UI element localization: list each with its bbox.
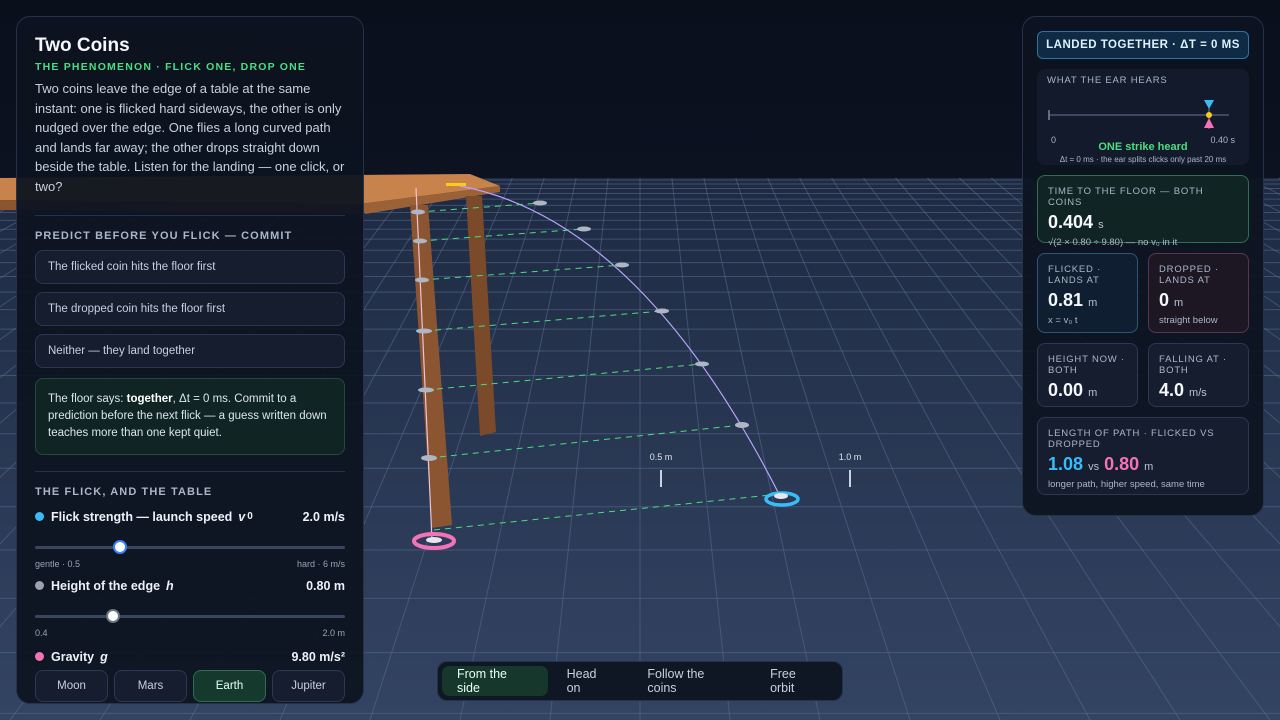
marker-half-meter: 0.5 m (650, 452, 673, 462)
marker-one-meter: 1.0 m (839, 452, 862, 462)
falling-speed-card: FALLING AT · BOTH 4.0 m/s (1148, 343, 1249, 407)
height-slider[interactable] (35, 608, 345, 623)
flick-slider-thumb[interactable] (112, 539, 127, 554)
right-panel: LANDED TOGETHER · ΔT = 0 MS WHAT THE EAR… (1022, 16, 1264, 516)
gravity-label: Gravity (51, 649, 95, 664)
intro-text: Two coins leave the edge of a table at t… (35, 81, 345, 194)
flick-slider[interactable] (35, 539, 345, 554)
flick-value: 2.0 m/s (302, 509, 345, 524)
time-card: TIME TO THE FLOOR — BOTH COINS 0.404 s √… (1037, 175, 1249, 248)
strike-point (1206, 112, 1212, 118)
gravity-value: 9.80 m/s² (291, 649, 345, 664)
flick-label: Flick strength — launch speed (51, 509, 233, 524)
flicked-coin (774, 493, 788, 499)
height-color-dot (35, 581, 44, 591)
time-title: TIME TO THE FLOOR — BOTH COINS (1048, 186, 1204, 208)
planet-earth[interactable]: Earth (193, 669, 266, 702)
dropped-land-value: 0 (1159, 290, 1170, 310)
view-follow-coins[interactable]: Follow the coins (632, 666, 751, 696)
page-subtitle: THE PHENOMENON · FLICK ONE, DROP ONE (35, 61, 307, 73)
time-value: 0.404 (1048, 212, 1094, 232)
dropped-coin (426, 537, 442, 543)
view-from-side[interactable]: From the side (442, 666, 548, 696)
time-formula: √(2 × 0.80 ÷ 9.80) — no v₀ in it (1048, 237, 1178, 248)
divider (35, 470, 345, 472)
path-flicked-value: 1.08 (1048, 454, 1084, 474)
prediction-flicked-first[interactable]: The flicked coin hits the floor first (35, 249, 345, 284)
view-free-orbit[interactable]: Free orbit (755, 666, 838, 696)
dropped-strike-marker (1204, 118, 1214, 128)
planet-jupiter[interactable]: Jupiter (272, 669, 345, 702)
controls-section-title: THE FLICK, AND THE TABLE (35, 485, 213, 498)
flicked-land-value: 0.81 (1048, 290, 1084, 310)
view-head-on[interactable]: Head on (552, 666, 629, 696)
height-value: 0.80 m (306, 578, 345, 593)
height-slider-thumb[interactable] (105, 608, 120, 623)
path-dropped-value: 0.80 (1104, 454, 1140, 474)
planet-moon[interactable]: Moon (35, 669, 108, 702)
divider (35, 214, 345, 216)
ear-timeline: WHAT THE EAR HEARS 0 0.40 s ONE strike h… (1037, 69, 1249, 165)
height-now-card: HEIGHT NOW · BOTH 0.00 m (1037, 343, 1138, 407)
dropped-land-card: DROPPED · LANDS AT 0 m straight below (1148, 253, 1249, 333)
landing-status-badge: LANDED TOGETHER · ΔT = 0 MS (1037, 31, 1249, 59)
gravity-control: Gravity g 9.80 m/s² (35, 650, 345, 664)
left-panel: Two Coins THE PHENOMENON · FLICK ONE, DR… (16, 16, 364, 704)
verdict-result: together (126, 392, 173, 405)
path-length-card: LENGTH OF PATH · FLICKED VS DROPPED 1.08… (1037, 417, 1249, 495)
verdict-box: The floor says: together, Δt = 0 ms. Com… (35, 377, 345, 455)
height-label: Height of the edge (51, 578, 161, 593)
falling-speed-value: 4.0 (1159, 380, 1185, 400)
flick-control: Flick strength — launch speed v0 2.0 m/s (35, 510, 345, 524)
height-control: Height of the edge h 0.80 m (35, 579, 345, 593)
flicked-strike-marker (1204, 100, 1214, 109)
page-title: Two Coins (35, 35, 130, 56)
prediction-dropped-first[interactable]: The dropped coin hits the floor first (35, 291, 345, 326)
prediction-together[interactable]: Neither — they land together (35, 333, 345, 368)
ear-result: ONE strike heard (1098, 141, 1188, 153)
camera-view-bar: From the side Head on Follow the coins F… (437, 661, 843, 701)
planet-mars[interactable]: Mars (114, 669, 187, 702)
predict-section-title: PREDICT BEFORE YOU FLICK — COMMIT (35, 229, 293, 242)
flicked-land-card: FLICKED · LANDS AT 0.81 m x = v₀ t (1037, 253, 1138, 333)
flick-color-dot (35, 512, 44, 522)
ear-note: Δt = 0 ms · the ear splits clicks only p… (1059, 155, 1227, 164)
gravity-color-dot (35, 652, 44, 662)
ear-title: WHAT THE EAR HEARS (1047, 75, 1168, 86)
height-now-value: 0.00 (1048, 380, 1084, 400)
planet-selector: Moon Mars Earth Jupiter (35, 669, 345, 702)
